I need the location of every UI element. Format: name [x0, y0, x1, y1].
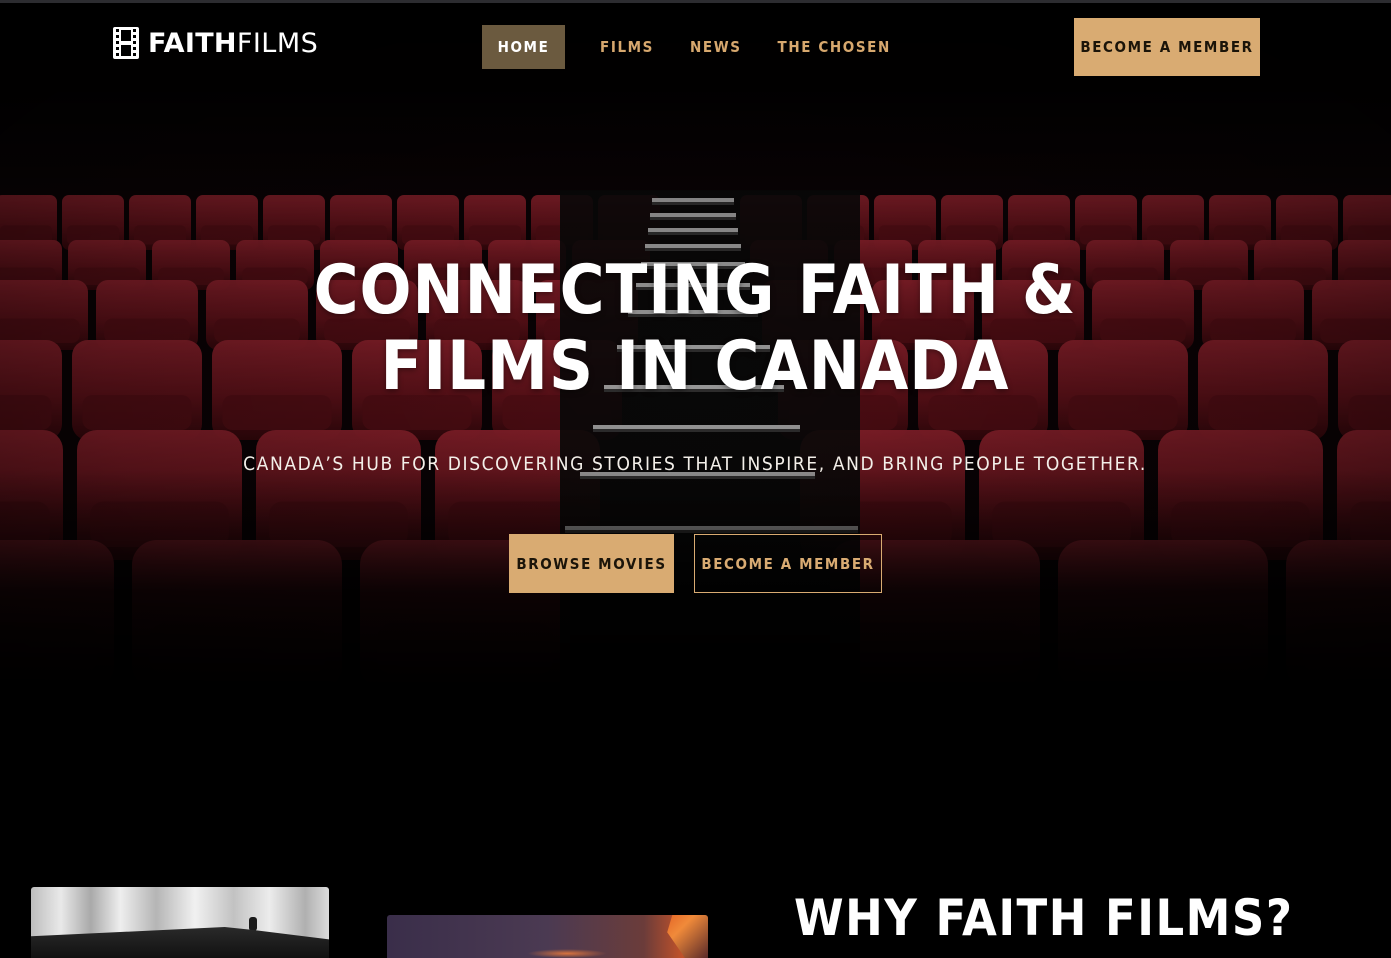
why-faith-films-heading: WHY FAITH FILMS? — [794, 889, 1294, 947]
page: FAITH FILMS HOME FILMS NEWS THE CHOSEN BE… — [0, 0, 1391, 958]
nav-item-the-chosen[interactable]: THE CHOSEN — [760, 25, 909, 69]
hero-title: CONNECTING FAITH & FILMS IN CANADA — [245, 253, 1145, 405]
cinema-projector-image — [387, 915, 708, 958]
nav-item-news[interactable]: NEWS — [672, 25, 760, 69]
browse-movies-button[interactable]: BROWSE MOVIES — [509, 534, 674, 593]
site-header: FAITH FILMS HOME FILMS NEWS THE CHOSEN BE… — [0, 0, 1391, 90]
logo-text-bold: FAITH — [148, 27, 237, 59]
hero-subtitle: CANADA’S HUB FOR DISCOVERING STORIES THA… — [243, 453, 1147, 475]
nav-item-films[interactable]: FILMS — [582, 25, 672, 69]
become-member-header-button[interactable]: BECOME A MEMBER — [1074, 18, 1260, 76]
nav-item-home[interactable]: HOME — [482, 25, 565, 69]
become-member-hero-button[interactable]: BECOME A MEMBER — [694, 534, 882, 593]
logo-text-light: FILMS — [236, 27, 319, 59]
film-strip-icon — [112, 26, 140, 60]
site-logo[interactable]: FAITH FILMS — [112, 26, 318, 60]
director-chair-image — [31, 887, 329, 958]
hero-title-line-1: CONNECTING FAITH & — [313, 251, 1077, 330]
main-nav: HOME FILMS NEWS THE CHOSEN — [482, 25, 909, 69]
hero-title-line-2: FILMS IN CANADA — [380, 327, 1010, 406]
